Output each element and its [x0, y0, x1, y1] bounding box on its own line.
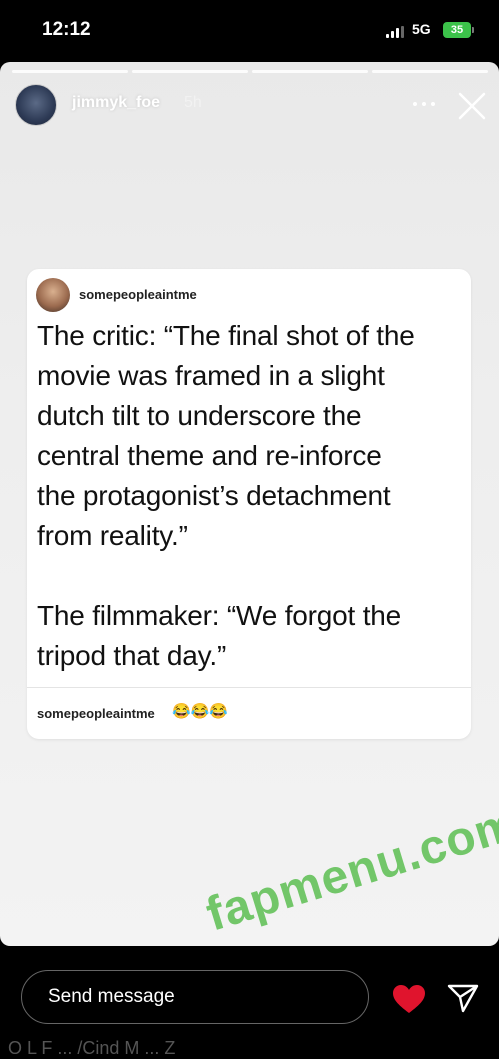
progress-segment [132, 70, 248, 73]
story-viewer[interactable]: jimmyk_foe 5h somepeopleaintme The criti… [0, 62, 499, 946]
post-card: somepeopleaintme The critic: “The final … [27, 269, 471, 739]
heart-icon[interactable] [392, 984, 426, 1014]
signal-icon [386, 26, 408, 38]
faint-caption: O L F ... /Cind M ... Z [8, 1038, 176, 1058]
story-timeago: 5h [184, 94, 202, 111]
post-author: somepeopleaintme [79, 287, 197, 302]
status-bar: 12:12 5G 35 [0, 0, 499, 62]
close-icon[interactable] [454, 88, 490, 124]
card-divider [27, 687, 471, 688]
battery-level: 35 [450, 24, 464, 36]
progress-segment [372, 70, 488, 73]
share-icon[interactable] [447, 982, 479, 1014]
story-username[interactable]: jimmyk_foe [72, 94, 160, 112]
post-avatar [36, 278, 70, 312]
battery-icon: 35 [443, 22, 474, 38]
post-text: The critic: “The final shot of the movie… [37, 320, 415, 671]
progress-segment [252, 70, 368, 73]
send-message-input[interactable] [21, 970, 369, 1024]
more-icon[interactable] [409, 98, 439, 110]
status-time: 12:12 [42, 19, 91, 40]
progress-segment [12, 70, 128, 73]
avatar[interactable] [15, 84, 57, 126]
post-footer-emoji: 😂😂😂 [172, 703, 229, 720]
network-label: 5G [412, 21, 431, 37]
post-footer-author: somepeopleaintme [37, 706, 155, 721]
bottom-bar: O L F ... /Cind M ... Z [0, 946, 499, 1058]
